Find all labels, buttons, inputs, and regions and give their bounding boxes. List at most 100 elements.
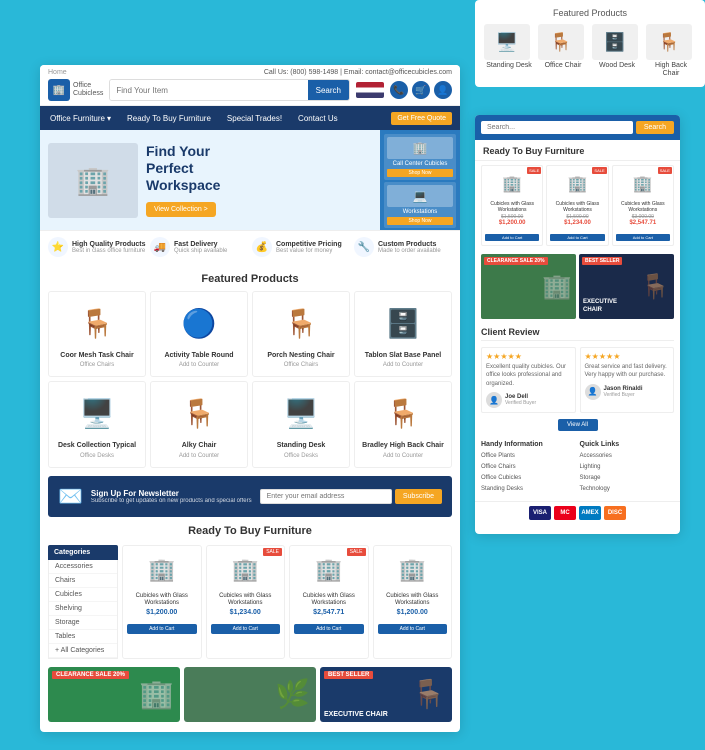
card-shop-button[interactable]: Shop Now bbox=[387, 169, 453, 177]
table-row[interactable]: 🔵 Activity Table Round Add to Counter bbox=[150, 291, 248, 377]
table-row[interactable]: SALE 🏢 Cubicles with Glass Workstations … bbox=[481, 165, 543, 246]
table-row[interactable]: 🪑 Bradley High Back Chair Add to Counter bbox=[354, 381, 452, 467]
sidebar-item-lighting[interactable]: Lighting bbox=[580, 462, 675, 473]
review-text: Great service and fast delivery. Very ha… bbox=[585, 363, 670, 380]
product-brand: Office Chairs bbox=[259, 362, 343, 368]
star-rating: ★★★★★ bbox=[585, 352, 670, 361]
rp-banner-executive[interactable]: BEST SELLER EXECUTIVECHAIR 🪑 bbox=[579, 254, 674, 319]
add-to-cart-button[interactable]: Add to Cart bbox=[378, 624, 448, 634]
sidebar-item-standing-desks[interactable]: Standing Desks bbox=[481, 484, 576, 495]
amex-icon: AMEX bbox=[579, 506, 601, 520]
chevron-down-icon: ▾ bbox=[107, 114, 111, 123]
card-shop-button[interactable]: Shop Now bbox=[387, 217, 453, 225]
product-name: Cubicles with Glass Workstations bbox=[294, 593, 364, 607]
main-navbar: Office Furniture ▾ Ready To Buy Furnitur… bbox=[40, 106, 460, 130]
card-image: 🏢 bbox=[387, 137, 453, 159]
hero-cta-button[interactable]: View Collection > bbox=[146, 202, 216, 217]
add-to-cart-button[interactable]: Add to Cart bbox=[550, 234, 604, 241]
table-row[interactable]: 🗄️ Tablon Slat Base Panel Add to Counter bbox=[354, 291, 452, 377]
product-name: Alky Chair bbox=[157, 442, 241, 450]
ready-products-grid: 🏢 Cubicles with Glass Workstations $1,20… bbox=[122, 545, 452, 659]
banner-badge: CLEARANCE SALE 20% bbox=[484, 257, 548, 265]
reviewer-subtitle: Verified Buyer bbox=[604, 392, 643, 398]
nav-item-ready[interactable]: Ready To Buy Furniture bbox=[125, 106, 213, 130]
nav-item-furniture[interactable]: Office Furniture ▾ bbox=[48, 106, 113, 130]
product-image: 🏢 bbox=[378, 550, 448, 590]
table-row[interactable]: 🪑 Porch Nesting Chair Office Chairs bbox=[252, 291, 350, 377]
table-row[interactable]: 🏢 Cubicles with Glass Workstations $1,20… bbox=[122, 545, 202, 659]
banner-badge: BEST SELLER bbox=[582, 257, 622, 265]
view-all-reviews-button[interactable]: View All bbox=[558, 419, 598, 431]
quote-button[interactable]: Get Free Quote bbox=[391, 112, 452, 125]
newsletter-title: Sign Up For Newsletter bbox=[91, 489, 252, 498]
list-item: 🪑 High Back Chair bbox=[646, 24, 696, 79]
add-to-cart-button[interactable]: Add to Cart bbox=[485, 234, 539, 241]
add-to-cart-button[interactable]: Add to Cart bbox=[127, 624, 197, 634]
nav-item-contact[interactable]: Contact Us bbox=[296, 106, 340, 130]
phone-icon[interactable]: 📞 bbox=[390, 81, 408, 99]
banner-icon: 🏢 bbox=[139, 678, 174, 711]
contact-info: Call Us: (800) 598-1498 | Email: contact… bbox=[264, 69, 452, 76]
banner-clearance[interactable]: CLEARANCE SALE 20% 🏢 bbox=[48, 667, 180, 722]
banner-executive[interactable]: BEST SELLER EXECUTIVE CHAIR 🪑 bbox=[320, 667, 452, 722]
table-row[interactable]: SALE 🏢 Cubicles with Glass Workstations … bbox=[612, 165, 674, 246]
sidebar-item-cubicles[interactable]: Cubicles bbox=[49, 588, 117, 602]
rp-search-button[interactable]: Search bbox=[636, 121, 674, 134]
bg-featured-card: Featured Products 🖥️ Standing Desk 🪑 Off… bbox=[475, 0, 705, 87]
sidebar-item-chairs[interactable]: Chairs bbox=[49, 574, 117, 588]
table-row[interactable]: SALE 🏢 Cubicles with Glass Workstations … bbox=[289, 545, 369, 659]
sidebar-item-tables[interactable]: Tables bbox=[49, 630, 117, 644]
sidebar-item-accessories[interactable]: Accessories bbox=[49, 560, 117, 574]
product-price: $1,234.00 bbox=[211, 609, 281, 616]
hero-text: Find Your Perfect Workspace View Collect… bbox=[138, 143, 220, 216]
sidebar-item-all[interactable]: + All Categories bbox=[49, 644, 117, 658]
sidebar-item-technology[interactable]: Technology bbox=[580, 484, 675, 495]
rp-banner-clearance[interactable]: CLEARANCE SALE 20% 🏢 bbox=[481, 254, 576, 319]
table-row[interactable]: 🪑 Coor Mesh Task Chair Office Chairs bbox=[48, 291, 146, 377]
product-brand: Office Chairs bbox=[55, 362, 139, 368]
reviewer-info: Joe Dell Verified Buyer bbox=[505, 394, 536, 406]
newsletter-subscribe-button[interactable]: Subscribe bbox=[395, 489, 442, 504]
product-image: 🪑 bbox=[259, 298, 343, 348]
table-row[interactable]: SALE 🏢 Cubicles with Glass Workstations … bbox=[206, 545, 286, 659]
header-icons: 📞 🛒 👤 bbox=[390, 81, 452, 99]
categories-list: Accessories Chairs Cubicles Shelving Sto… bbox=[48, 560, 118, 659]
sale-badge: SALE bbox=[263, 548, 282, 556]
cart-icon[interactable]: 🛒 bbox=[412, 81, 430, 99]
table-row[interactable]: 🖥️ Standing Desk Office Desks bbox=[252, 381, 350, 467]
sidebar-item-accessories[interactable]: Accessories bbox=[580, 451, 675, 462]
table-row[interactable]: 🪑 Alky Chair Add to Counter bbox=[150, 381, 248, 467]
pricing-icon: 💰 bbox=[252, 237, 272, 257]
product-price: $1,234.00 bbox=[550, 220, 604, 226]
features-bar: ⭐ High Quality Products Best in class of… bbox=[40, 230, 460, 263]
add-to-cart-button[interactable]: Add to Cart bbox=[616, 234, 670, 241]
search-button[interactable]: Search bbox=[308, 80, 349, 100]
sidebar-item-storage[interactable]: Storage bbox=[580, 473, 675, 484]
product-image: 🪑 bbox=[538, 24, 584, 60]
sidebar-item-storage[interactable]: Storage bbox=[49, 616, 117, 630]
sidebar-item-office-cubicles[interactable]: Office Cubicles bbox=[481, 473, 576, 484]
table-row[interactable]: SALE 🏢 Cubicles with Glass Workstations … bbox=[546, 165, 608, 246]
rp-reviews-section: Client Review ★★★★★ Excellent quality cu… bbox=[475, 323, 680, 441]
newsletter-section: ✉️ Sign Up For Newsletter Subscribe to g… bbox=[48, 476, 452, 517]
product-name: Desk Collection Typical bbox=[55, 442, 139, 450]
nav-item-special[interactable]: Special Trades! bbox=[225, 106, 284, 130]
sidebar-item-shelving[interactable]: Shelving bbox=[49, 602, 117, 616]
table-row[interactable]: 🖥️ Desk Collection Typical Office Desks bbox=[48, 381, 146, 467]
reviewer: 👤 Joe Dell Verified Buyer bbox=[486, 392, 571, 408]
sidebar-item-office-chairs[interactable]: Office Chairs bbox=[481, 462, 576, 473]
search-input[interactable] bbox=[110, 80, 307, 100]
main-content: Home Call Us: (800) 598-1498 | Email: co… bbox=[40, 65, 460, 732]
table-row[interactable]: 🏢 Cubicles with Glass Workstations $1,20… bbox=[373, 545, 453, 659]
newsletter-email-input[interactable] bbox=[260, 489, 392, 504]
bottom-banners: CLEARANCE SALE 20% 🏢 🌿 BEST SELLER EXECU… bbox=[40, 667, 460, 732]
user-icon[interactable]: 👤 bbox=[434, 81, 452, 99]
rp-search-input[interactable] bbox=[481, 121, 633, 134]
sidebar-item-office-plants[interactable]: Office Plants bbox=[481, 451, 576, 462]
add-to-cart-button[interactable]: Add to Cart bbox=[294, 624, 364, 634]
header-main-row: 🏢 Office Cubicless Search 📞 🛒 👤 bbox=[48, 79, 452, 101]
star-rating: ★★★★★ bbox=[486, 352, 571, 361]
add-to-cart-button[interactable]: Add to Cart bbox=[211, 624, 281, 634]
banner-green[interactable]: 🌿 bbox=[184, 667, 316, 722]
product-name: Cubicles with Glass Workstations bbox=[211, 593, 281, 607]
